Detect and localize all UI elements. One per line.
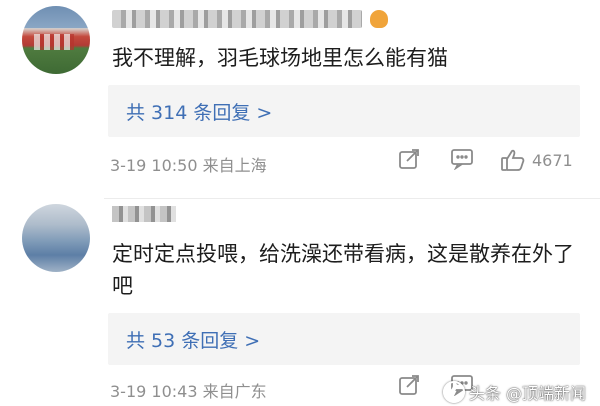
crown-badge-icon: [370, 10, 388, 28]
toutiao-logo-icon: [442, 381, 465, 403]
comment-icon[interactable]: [450, 148, 474, 170]
like-count: 4671: [532, 151, 573, 170]
comment-item: 定时定点投喂，给洗澡还带看病，这是散养在外了吧 共 53 条回复 > 3-19 …: [0, 200, 600, 406]
comment-location: 来自广东: [202, 382, 267, 401]
comment-text: 定时定点投喂，给洗澡还带看病，这是散养在外了吧: [112, 242, 574, 298]
replies-box[interactable]: 共 53 条回复 >: [108, 313, 580, 365]
comment-time: 10:50: [151, 156, 198, 175]
watermark: 头条 @顶端新闻: [442, 380, 586, 404]
view-replies-link[interactable]: 共 314 条回复 >: [126, 98, 272, 125]
divider: [104, 198, 600, 199]
replies-box[interactable]: 共 314 条回复 >: [108, 85, 580, 137]
comment-date: 3-19: [110, 156, 147, 175]
like-button[interactable]: 4671: [500, 148, 590, 172]
avatar[interactable]: [22, 204, 90, 272]
thumbs-up-icon: [501, 149, 525, 171]
share-icon[interactable]: [398, 148, 420, 170]
username-blurred[interactable]: [112, 206, 176, 222]
comment-meta: 3-19 10:43 来自广东: [110, 378, 267, 402]
comment-text: 我不理解，羽毛球场地里怎么能有猫: [112, 46, 448, 70]
comment-location: 来自上海: [202, 156, 267, 175]
comment-item: 我不理解，羽毛球场地里怎么能有猫 共 314 条回复 > 3-19 10:50 …: [0, 0, 600, 200]
avatar[interactable]: [22, 6, 90, 74]
username-blurred[interactable]: [112, 10, 362, 28]
share-icon[interactable]: [398, 374, 420, 396]
comment-meta: 3-19 10:50 来自上海: [110, 152, 267, 176]
comment-date: 3-19: [110, 382, 147, 401]
watermark-text: 头条 @顶端新闻: [468, 384, 586, 403]
comment-time: 10:43: [151, 382, 198, 401]
view-replies-link[interactable]: 共 53 条回复 >: [126, 326, 260, 353]
